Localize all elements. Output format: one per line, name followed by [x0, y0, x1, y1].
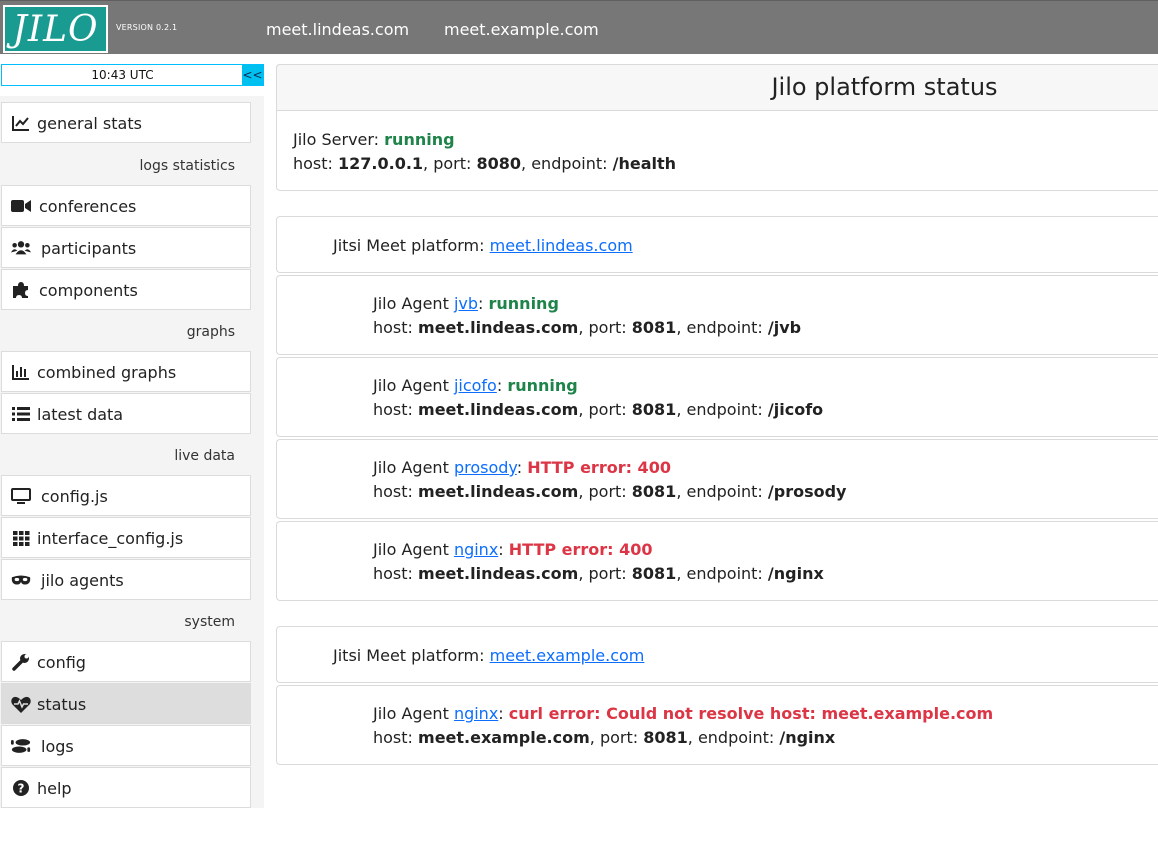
- sidebar-item-label: status: [37, 695, 87, 714]
- status-badge: HTTP error: 400: [508, 540, 653, 559]
- version-label: VERSION 0.2.1: [116, 23, 178, 32]
- top-navbar: JILO VERSION 0.2.1 meet.lindeas.com meet…: [0, 0, 1158, 54]
- status-badge: HTTP error: 400: [527, 458, 671, 477]
- agent-link-nginx[interactable]: nginx: [454, 540, 498, 559]
- page-title: Jilo platform status: [771, 73, 998, 101]
- sidebar-item-label: help: [37, 779, 72, 798]
- users-icon: [11, 239, 31, 257]
- agent-card: [276, 685, 1158, 765]
- sidebar-item-components[interactable]: components: [1, 269, 251, 310]
- puzzle-icon: [11, 281, 31, 299]
- sidebar-item-label: conferences: [39, 197, 137, 216]
- sidebar-item-latest-data[interactable]: latest data: [1, 393, 251, 434]
- sidebar-item-interface-config[interactable]: interface_config.js: [1, 517, 251, 558]
- wrench-icon: [11, 653, 31, 671]
- sidebar-item-label: latest data: [37, 405, 124, 424]
- card-header: Jilo platform status: [276, 64, 1158, 111]
- agent-status-line: Jilo Agent prosody: HTTP error: 400: [373, 458, 671, 477]
- sidebar-item-label: config.js: [41, 487, 108, 506]
- platform-link-lindeas[interactable]: meet.lindeas.com: [266, 20, 409, 39]
- jilo-logo[interactable]: JILO: [3, 5, 108, 53]
- server-details-line: host: 127.0.0.1, port: 8080, endpoint: /…: [293, 154, 677, 173]
- agent-status-line: Jilo Agent nginx: curl error: Could not …: [373, 704, 994, 723]
- sidebar-item-config[interactable]: config: [1, 641, 251, 682]
- section-title-logs: logs statistics: [139, 158, 236, 174]
- platform-link[interactable]: meet.lindeas.com: [490, 236, 633, 255]
- platform-line: Jitsi Meet platform: meet.lindeas.com: [333, 236, 633, 255]
- sidebar-item-logs[interactable]: logs: [1, 725, 251, 766]
- sidebar-item-label: jilo agents: [41, 571, 124, 590]
- question-circle-icon: ?: [11, 779, 31, 797]
- status-badge: running: [384, 130, 455, 149]
- sidebar-item-label: components: [39, 281, 138, 300]
- svg-text:?: ?: [18, 782, 25, 796]
- sidebar-item-label: interface_config.js: [37, 529, 184, 548]
- sidebar-item-jilo-agents[interactable]: jilo agents: [1, 559, 251, 600]
- section-title-system: system: [184, 614, 235, 630]
- sidebar-item-config-js[interactable]: config.js: [1, 475, 251, 516]
- agent-details-line: host: meet.lindeas.com, port: 8081, endp…: [373, 482, 847, 501]
- agent-link-jvb[interactable]: jvb: [454, 294, 478, 313]
- section-title-graphs: graphs: [186, 324, 235, 340]
- sidebar-item-label: combined graphs: [37, 363, 177, 382]
- platform-line: Jitsi Meet platform: meet.example.com: [333, 646, 645, 665]
- mask-icon: [11, 571, 31, 589]
- sidebar-item-conferences[interactable]: conferences: [1, 185, 251, 226]
- bar-chart-icon: [11, 363, 31, 381]
- clock-bar: 10:43 UTC <<: [1, 64, 264, 86]
- section-title-live: live data: [174, 448, 235, 464]
- agent-card: [276, 357, 1158, 437]
- sidebar-item-help[interactable]: ? help: [1, 767, 251, 808]
- shoe-prints-icon: [11, 737, 31, 755]
- status-badge: running: [507, 376, 578, 395]
- sidebar-item-general-stats[interactable]: general stats: [1, 102, 251, 143]
- agent-link-prosody[interactable]: prosody: [454, 458, 517, 477]
- sidebar-item-participants[interactable]: participants: [1, 227, 251, 268]
- sidebar-item-label: config: [37, 653, 86, 672]
- agent-link-nginx[interactable]: nginx: [454, 704, 498, 723]
- server-status-line: Jilo Server: running: [293, 130, 455, 149]
- chart-line-icon: [11, 114, 31, 132]
- sidebar-item-combined-graphs[interactable]: combined graphs: [1, 351, 251, 392]
- platform-link[interactable]: meet.example.com: [490, 646, 645, 665]
- agent-details-line: host: meet.example.com, port: 8081, endp…: [373, 728, 836, 747]
- monitor-icon: [11, 487, 31, 505]
- agent-card: [276, 521, 1158, 601]
- sidebar-item-label: general stats: [37, 114, 142, 133]
- sidebar-item-status[interactable]: status: [1, 683, 251, 724]
- platform-link-example[interactable]: meet.example.com: [444, 20, 599, 39]
- agent-card: [276, 275, 1158, 355]
- agent-link-jicofo[interactable]: jicofo: [454, 376, 497, 395]
- agent-status-line: Jilo Agent jicofo: running: [373, 376, 578, 395]
- list-icon: [11, 405, 31, 423]
- status-badge: running: [488, 294, 559, 313]
- clock-time: 10:43 UTC: [91, 68, 154, 82]
- agent-details-line: host: meet.lindeas.com, port: 8081, endp…: [373, 318, 802, 337]
- sidebar-collapse-button[interactable]: <<: [242, 65, 263, 85]
- agent-card: [276, 439, 1158, 519]
- heartbeat-icon: [11, 695, 31, 713]
- agent-details-line: host: meet.lindeas.com, port: 8081, endp…: [373, 400, 824, 419]
- video-icon: [11, 197, 31, 215]
- agent-status-line: Jilo Agent jvb: running: [373, 294, 559, 313]
- status-badge: curl error: Could not resolve host: meet…: [508, 704, 994, 723]
- sidebar-item-label: participants: [41, 239, 137, 258]
- grid-icon: [11, 529, 31, 547]
- sidebar-item-label: logs: [41, 737, 74, 756]
- agent-details-line: host: meet.lindeas.com, port: 8081, endp…: [373, 564, 824, 583]
- agent-status-line: Jilo Agent nginx: HTTP error: 400: [373, 540, 653, 559]
